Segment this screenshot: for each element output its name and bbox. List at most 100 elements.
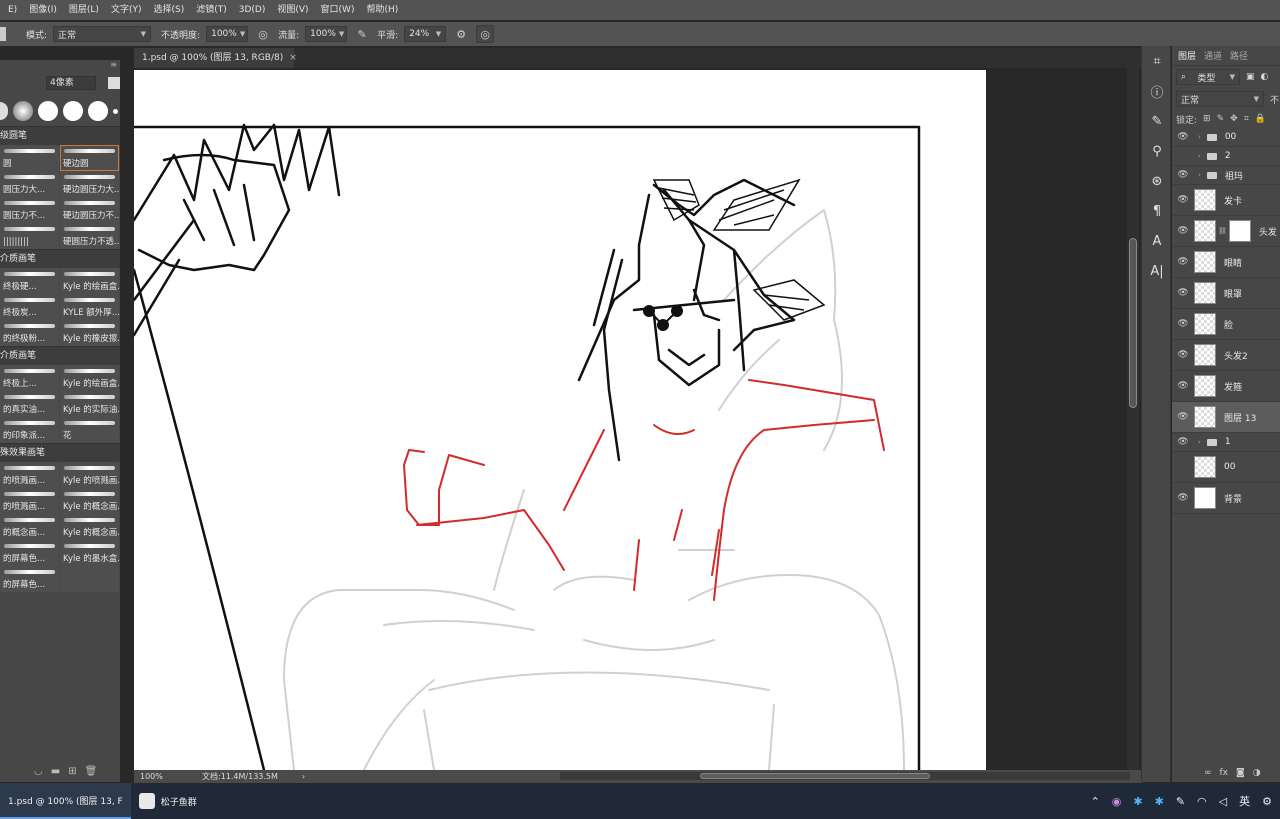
lock-artboard-icon[interactable]: ⌗ <box>1244 114 1249 124</box>
layer-row[interactable]: 👁 脸 <box>1172 309 1280 340</box>
chevron-right-icon[interactable]: › <box>1198 133 1201 141</box>
airbrush-icon[interactable]: ✎ <box>353 25 371 43</box>
layer-thumbnail[interactable] <box>1194 220 1216 242</box>
lock-transparent-icon[interactable]: ⊞ <box>1203 114 1211 124</box>
gear-icon[interactable]: ⚙ <box>452 25 470 43</box>
layer-row[interactable]: 👁 背景 <box>1172 483 1280 514</box>
layer-row[interactable]: 👁 ⛓ 头发 <box>1172 216 1280 247</box>
layer-row[interactable]: › 2 <box>1172 147 1280 166</box>
glyphs-icon[interactable]: A <box>1142 226 1172 256</box>
layer-thumbnail[interactable] <box>1194 313 1216 335</box>
chevron-right-icon[interactable]: › <box>1198 171 1201 179</box>
layer-row[interactable]: 👁 眼睛 <box>1172 247 1280 278</box>
ime-settings-icon[interactable]: ⚙ <box>1262 795 1272 808</box>
brush-preset[interactable] <box>60 566 119 592</box>
brush-preset[interactable]: 圆压力大... <box>0 171 59 197</box>
brush-preset[interactable]: 的喷溅画... <box>0 462 59 488</box>
layer-row[interactable]: 👁 眼罩 <box>1172 278 1280 309</box>
menu-help[interactable]: 帮助(H) <box>360 0 404 20</box>
tray-app-icon[interactable]: ✱ <box>1155 795 1164 808</box>
panel-menu-icon[interactable]: ≡ <box>0 60 120 70</box>
layer-row[interactable]: 👁 › 1 <box>1172 433 1280 452</box>
brush-group-header[interactable]: 殊效果画笔 <box>0 443 120 462</box>
visibility-toggle-icon[interactable]: ◡ <box>34 766 43 777</box>
brush-preset[interactable]: 硬边圆 <box>60 145 119 171</box>
brush-tip-soft[interactable] <box>0 102 8 120</box>
chain-link-icon[interactable]: ⛓ <box>1218 227 1227 235</box>
taskbar-chat-app[interactable]: 松子鱼群 <box>131 783 205 819</box>
document-tab[interactable]: 1.psd @ 100% (图层 13, RGB/8) × <box>134 48 297 68</box>
brush-preset[interactable]: Kyle 的绘画盒... <box>60 268 119 294</box>
adjustment-icon[interactable]: ◑ <box>1253 768 1261 778</box>
ime-indicator[interactable]: 英 <box>1239 793 1250 809</box>
menu-window[interactable]: 窗口(W) <box>315 0 361 20</box>
layer-thumbnail[interactable] <box>1194 406 1216 428</box>
brush-preset[interactable]: Kyle 的实际油... <box>60 391 119 417</box>
horizontal-scrollbar[interactable] <box>560 772 1130 780</box>
brush-preset[interactable]: Kyle 的绘画盒... <box>60 365 119 391</box>
eye-icon[interactable]: 👁 <box>1172 437 1194 447</box>
eye-icon[interactable]: 👁 <box>1172 319 1194 329</box>
new-brush-icon[interactable] <box>108 77 120 89</box>
brush-tip-hard-1[interactable] <box>38 101 58 121</box>
menu-edit[interactable]: E) <box>2 0 23 20</box>
menu-view[interactable]: 视图(V) <box>271 0 314 20</box>
brush-preset[interactable]: 的印象派... <box>0 417 59 443</box>
tab-layers[interactable]: 图层 <box>1178 49 1196 62</box>
brush-group-header[interactable]: 介质画笔 <box>0 249 120 268</box>
brush-preset[interactable]: 硬边圆压力大... <box>60 171 119 197</box>
brush-preset[interactable]: KYLE 额外厚... <box>60 294 119 320</box>
layer-filter-dropdown[interactable]: ⌕ 类型 ▼ <box>1176 69 1240 85</box>
brush-group-header[interactable]: 介质画笔 <box>0 346 120 365</box>
adjustment-filter-icon[interactable]: ◐ <box>1261 72 1269 82</box>
chevron-right-icon[interactable]: › <box>1198 152 1201 160</box>
pressure-size-icon[interactable]: ◎ <box>476 25 495 43</box>
menu-3d[interactable]: 3D(D) <box>233 0 272 20</box>
vertical-scrollbar[interactable] <box>1127 68 1139 770</box>
layer-thumbnail[interactable] <box>1194 344 1216 366</box>
tray-app-icon[interactable]: ◉ <box>1112 795 1122 808</box>
scroll-thumb[interactable] <box>1129 238 1137 408</box>
scroll-thumb[interactable] <box>700 773 930 779</box>
layer-thumbnail[interactable] <box>1194 251 1216 273</box>
brush-preset-icon[interactable] <box>0 27 6 41</box>
zoom-level[interactable]: 100% <box>140 772 190 781</box>
layer-row[interactable]: 00 <box>1172 452 1280 483</box>
pen-icon[interactable]: ✎ <box>1176 795 1185 808</box>
character-icon[interactable]: A| <box>1142 256 1172 286</box>
lock-position-icon[interactable]: ✥ <box>1230 114 1238 124</box>
brush-preset[interactable]: Kyle 的喷溅画... <box>60 462 119 488</box>
mode-dropdown[interactable]: 正常 ▼ <box>53 26 152 42</box>
flow-field[interactable]: 100% ▼ <box>305 26 348 42</box>
clone-source-icon[interactable]: ⚲ <box>1142 136 1172 166</box>
layer-thumbnail[interactable] <box>1194 375 1216 397</box>
layer-row[interactable]: 👁 发卡 <box>1172 185 1280 216</box>
brush-preset[interactable]: 的概念画... <box>0 514 59 540</box>
eye-icon[interactable]: 👁 <box>1172 350 1194 360</box>
eye-icon[interactable]: 👁 <box>1172 170 1194 180</box>
layer-row[interactable]: 👁 发箍 <box>1172 371 1280 402</box>
pressure-opacity-icon[interactable]: ◎ <box>254 25 272 43</box>
lock-pixels-icon[interactable]: ✎ <box>1217 114 1225 124</box>
brush-tip-hard-3[interactable] <box>88 101 108 121</box>
wifi-icon[interactable]: ◠ <box>1197 795 1207 808</box>
trash-icon[interactable]: 🗑 <box>85 766 98 777</box>
new-brush-icon[interactable]: ⊞ <box>68 766 76 777</box>
brush-preset[interactable]: 的喷溅画... <box>0 488 59 514</box>
brush-preset[interactable]: ||||||||| <box>0 223 59 249</box>
brush-preset[interactable]: 的真实油... <box>0 391 59 417</box>
menu-type[interactable]: 文字(Y) <box>105 0 148 20</box>
brush-preset[interactable]: 终极上... <box>0 365 59 391</box>
fx-icon[interactable]: fx <box>1220 768 1229 778</box>
eye-icon[interactable]: 👁 <box>1172 226 1194 236</box>
image-filter-icon[interactable]: ▣ <box>1246 72 1255 82</box>
layer-row[interactable]: 👁 图层 13 <box>1172 402 1280 433</box>
brush-preset[interactable]: 终极硬... <box>0 268 59 294</box>
layer-row[interactable]: 👁 › 祖玛 <box>1172 166 1280 185</box>
info-icon[interactable]: ⓘ <box>1142 76 1172 106</box>
menu-select[interactable]: 选择(S) <box>147 0 190 20</box>
folder-icon[interactable]: ▬ <box>51 766 60 777</box>
brush-tip-small[interactable] <box>113 108 118 114</box>
brush-preset[interactable]: 的终极粉... <box>0 320 59 346</box>
chevron-right-icon[interactable]: › <box>1198 438 1201 446</box>
